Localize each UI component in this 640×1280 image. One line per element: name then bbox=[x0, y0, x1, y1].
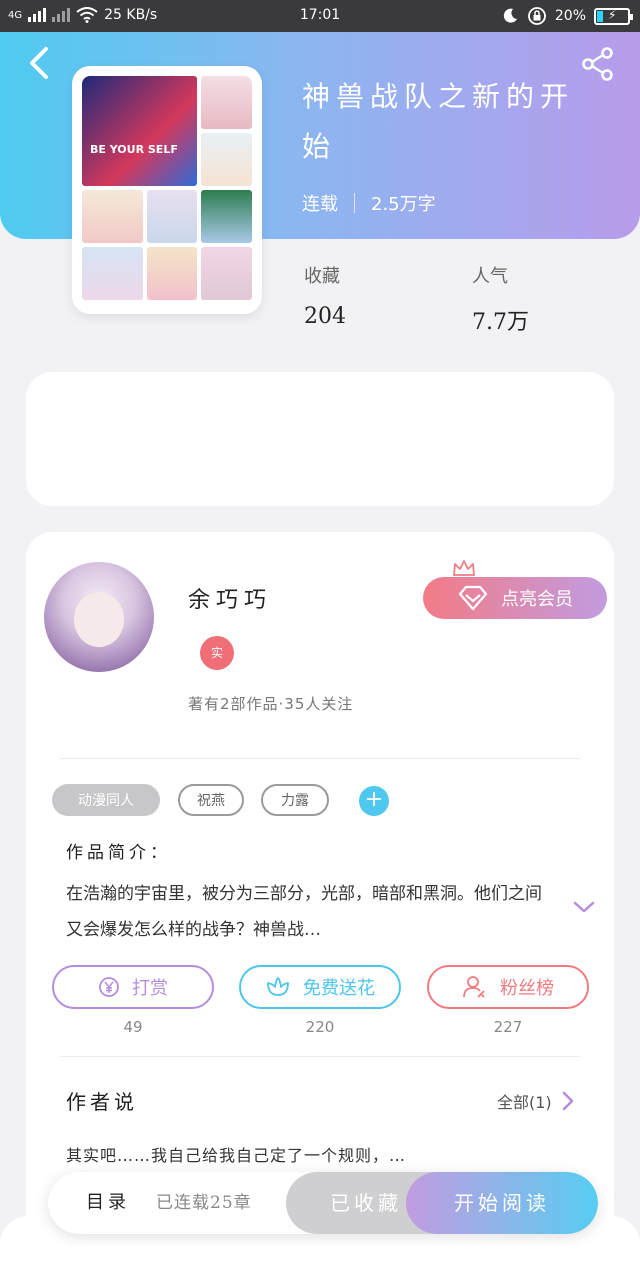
vip-label: 点亮会员 bbox=[501, 589, 573, 610]
fans-ranking-button[interactable]: 粉丝榜 bbox=[427, 965, 589, 1009]
add-tag-button[interactable]: + bbox=[359, 786, 389, 816]
popularity-stat: 人气 7.7万 bbox=[472, 262, 529, 336]
crown-icon bbox=[453, 560, 475, 576]
favorites-label: 收藏 bbox=[304, 266, 340, 287]
toc-button[interactable]: 目录 bbox=[86, 1172, 130, 1234]
intro-label: 作品简介： bbox=[66, 843, 171, 863]
fan-icon bbox=[463, 976, 485, 998]
intro-text: 在浩瀚的宇宙里，被分为三部分，光部，暗部和黑洞。他们之间又会爆发怎么样的战争？神… bbox=[66, 884, 542, 940]
cover-main-art: BE YOUR SELF bbox=[82, 76, 198, 186]
status-bar: 4G 25 KB/s 17:01 20% ⚡ bbox=[0, 0, 640, 32]
send-flower-button[interactable]: 免费送花 bbox=[239, 965, 401, 1009]
battery-icon: ⚡ bbox=[594, 7, 633, 25]
tag-item[interactable]: 动漫同人 bbox=[52, 784, 160, 816]
book-cover[interactable]: BE YOUR SELF bbox=[72, 66, 262, 314]
popularity-value: 7.7万 bbox=[472, 310, 529, 335]
meta-divider bbox=[354, 193, 355, 213]
divider bbox=[60, 1056, 580, 1057]
cover-tile bbox=[201, 190, 252, 243]
bottom-action-bar: 目录 已连载25章 已收藏 开始阅读 bbox=[48, 1172, 598, 1234]
book-status: 连载 bbox=[302, 194, 338, 215]
author-says-text[interactable]: 其实吧……我自己给我自己定了一个规则，… bbox=[66, 1142, 406, 1166]
cover-tile bbox=[201, 76, 252, 129]
battery-percent: 20% bbox=[554, 8, 586, 24]
divider bbox=[60, 758, 580, 759]
favorites-value: 204 bbox=[304, 304, 346, 329]
tag-item[interactable]: 力露 bbox=[261, 784, 329, 816]
share-icon[interactable] bbox=[580, 46, 616, 82]
tip-count: 49 bbox=[123, 1018, 143, 1036]
moon-icon bbox=[503, 8, 517, 23]
battery-fill bbox=[597, 10, 603, 22]
flower-icon bbox=[267, 977, 289, 996]
author-stats: 著有2部作品·35人关注 bbox=[188, 695, 354, 713]
favorites-stat: 收藏 204 bbox=[304, 262, 346, 329]
ad-placeholder-card bbox=[26, 372, 614, 506]
cover-tile bbox=[201, 133, 252, 186]
chapters-count: 已连载25章 bbox=[156, 1193, 252, 1213]
status-right: 20% ⚡ bbox=[501, 6, 633, 26]
author-says-all-label: 全部(1) bbox=[497, 1093, 552, 1112]
chevron-down-icon[interactable] bbox=[572, 898, 596, 916]
verified-badge: 实 bbox=[200, 636, 234, 670]
word-count: 2.5万字 bbox=[371, 194, 436, 215]
cover-tile bbox=[146, 247, 198, 300]
flower-count: 220 bbox=[305, 1018, 335, 1036]
yen-coin-icon bbox=[99, 977, 119, 997]
author-says-all-link[interactable]: 全部(1) bbox=[497, 1089, 574, 1113]
cover-tile bbox=[201, 247, 252, 300]
cover-text: BE YOUR SELF bbox=[90, 143, 178, 156]
cover-collage: BE YOUR SELF bbox=[82, 76, 252, 304]
rotation-lock-icon bbox=[527, 7, 546, 25]
cover-tile bbox=[146, 190, 198, 243]
author-avatar[interactable] bbox=[44, 562, 154, 672]
diamond-icon bbox=[458, 585, 488, 611]
back-icon[interactable] bbox=[24, 45, 54, 81]
author-says-title: 作者说 bbox=[66, 1090, 138, 1114]
tag-item[interactable]: 祝燕 bbox=[178, 784, 244, 816]
send-flower-label: 免费送花 bbox=[303, 978, 375, 999]
cover-tile bbox=[82, 190, 143, 243]
fans-count: 227 bbox=[493, 1018, 523, 1036]
vip-button[interactable]: 点亮会员 bbox=[423, 577, 607, 619]
start-reading-button[interactable]: 开始阅读 bbox=[406, 1172, 598, 1234]
book-meta: 连载 2.5万字 bbox=[302, 190, 436, 216]
book-title: 神兽战队之新的开始 bbox=[302, 80, 575, 163]
tip-label: 打赏 bbox=[132, 978, 168, 999]
cover-tile bbox=[82, 247, 143, 300]
chevron-right-icon bbox=[562, 1091, 573, 1111]
popularity-label: 人气 bbox=[472, 266, 508, 287]
author-name[interactable]: 余巧巧 bbox=[188, 582, 272, 614]
tip-button[interactable]: 打赏 bbox=[52, 965, 214, 1009]
fans-ranking-label: 粉丝榜 bbox=[500, 978, 554, 999]
